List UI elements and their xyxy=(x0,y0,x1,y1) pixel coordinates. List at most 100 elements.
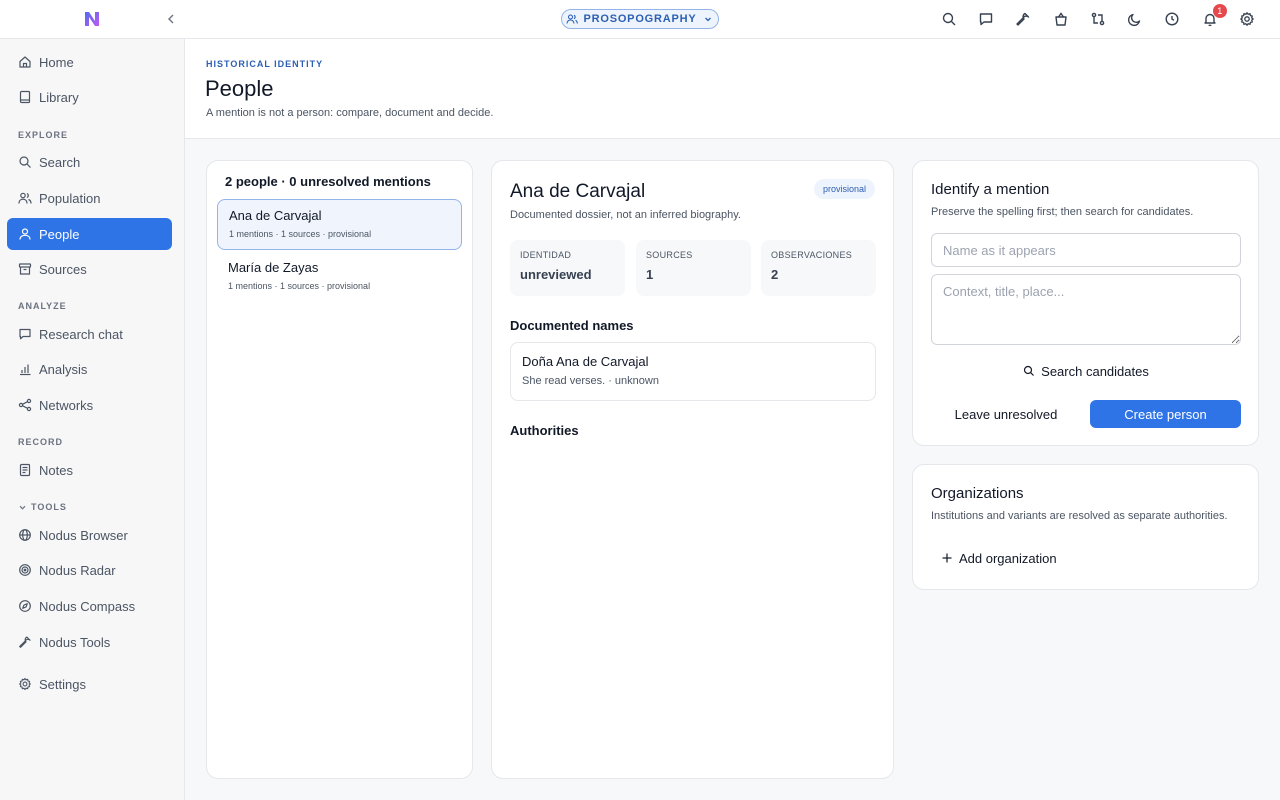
documented-name-card[interactable]: Doña Ana de Carvajal She read verses. · … xyxy=(510,342,876,401)
sidebar-item-label: Home xyxy=(39,54,74,70)
sidebar-item-label: Search xyxy=(39,154,81,170)
sidebar-item-label: Research chat xyxy=(39,326,123,342)
sidebar: Home Library EXPLORE Search Population P… xyxy=(0,39,185,800)
sidebar-item-library[interactable]: Library xyxy=(7,81,172,113)
sidebar-item-label: Nodus Browser xyxy=(39,527,128,543)
nodus-logo-icon[interactable] xyxy=(83,10,101,28)
sidebar-item-label: Population xyxy=(39,190,101,206)
nav-section-label: TOOLS xyxy=(31,502,67,512)
organizations-panel: Organizations Institutions and variants … xyxy=(912,464,1259,590)
gear-icon[interactable] xyxy=(1238,10,1256,28)
chevron-down-icon xyxy=(702,13,714,25)
compass-icon xyxy=(18,599,39,613)
collapse-sidebar-icon[interactable] xyxy=(163,11,179,27)
sidebar-item-nodus-browser[interactable]: Nodus Browser xyxy=(7,519,172,551)
nav-section-record: RECORD xyxy=(18,437,64,447)
person-meta: 1 mentions · 1 sources · provisional xyxy=(228,281,371,291)
stat-label: IDENTIDAD xyxy=(520,250,572,260)
bag-icon[interactable] xyxy=(1052,10,1070,28)
person-name: Ana de Carvajal xyxy=(229,208,322,223)
page-title: People xyxy=(205,76,274,101)
stat-value: 2 xyxy=(771,267,779,282)
gear-icon xyxy=(18,677,39,691)
mention-context-input[interactable] xyxy=(931,274,1241,345)
sidebar-item-label: Sources xyxy=(39,261,87,277)
chat-icon xyxy=(18,327,39,341)
sidebar-item-search[interactable]: Search xyxy=(7,146,172,178)
search-icon[interactable] xyxy=(940,10,958,28)
home-icon xyxy=(18,55,39,69)
sidebar-item-nodus-compass[interactable]: Nodus Compass xyxy=(7,590,172,622)
sidebar-item-nodus-tools[interactable]: Nodus Tools xyxy=(7,626,172,658)
stat-value: unreviewed xyxy=(520,267,592,282)
archive-icon xyxy=(18,262,39,276)
wrench-icon[interactable] xyxy=(1014,10,1032,28)
sidebar-item-population[interactable]: Population xyxy=(7,182,172,214)
create-person-button[interactable]: Create person xyxy=(1090,400,1241,428)
stat-label: OBSERVACIONES xyxy=(771,250,853,260)
bell-icon[interactable]: 1 xyxy=(1201,4,1227,28)
people-list-panel: 2 people · 0 unresolved mentions Ana de … xyxy=(206,160,473,779)
sidebar-item-label: Nodus Radar xyxy=(39,562,116,578)
people-list-heading: 2 people · 0 unresolved mentions xyxy=(225,174,431,189)
sidebar-item-notes[interactable]: Notes xyxy=(7,454,172,486)
add-organization-button[interactable]: Add organization xyxy=(941,549,1057,567)
documented-name: Doña Ana de Carvajal xyxy=(522,354,649,369)
sidebar-item-research-chat[interactable]: Research chat xyxy=(7,318,172,350)
globe-icon xyxy=(18,528,39,542)
sidebar-item-sources[interactable]: Sources xyxy=(7,253,172,285)
person-detail-title: Ana de Carvajal xyxy=(510,181,646,202)
git-compare-icon[interactable] xyxy=(1089,10,1107,28)
leave-unresolved-button[interactable]: Leave unresolved xyxy=(931,400,1081,428)
moon-icon[interactable] xyxy=(1126,10,1144,28)
identify-title: Identify a mention xyxy=(931,181,1050,198)
stat-sources: SOURCES 1 xyxy=(636,240,751,296)
users-icon xyxy=(18,191,39,205)
sidebar-item-label: Notes xyxy=(39,462,73,478)
notification-badge: 1 xyxy=(1212,4,1227,18)
page-eyebrow: HISTORICAL IDENTITY xyxy=(206,59,324,69)
users-icon xyxy=(566,13,579,25)
share-icon xyxy=(18,398,39,412)
sidebar-item-label: Settings xyxy=(39,676,86,692)
nav-section-tools[interactable]: TOOLS xyxy=(18,502,67,512)
page-subtitle: A mention is not a person: compare, docu… xyxy=(206,107,494,119)
documented-name-note: She read verses. · unknown xyxy=(522,375,659,387)
nav-section-analyze: ANALYZE xyxy=(18,301,67,311)
wrench-icon xyxy=(18,635,39,649)
sidebar-item-networks[interactable]: Networks xyxy=(7,389,172,421)
sidebar-item-settings[interactable]: Settings xyxy=(7,668,172,700)
stat-label: SOURCES xyxy=(646,250,693,260)
plus-icon xyxy=(941,552,953,564)
notes-icon xyxy=(18,463,39,477)
sidebar-item-label: Analysis xyxy=(39,361,88,377)
search-icon xyxy=(1023,365,1035,377)
documented-names-heading: Documented names xyxy=(510,318,634,333)
sidebar-item-label: Nodus Compass xyxy=(39,598,136,614)
person-detail-panel: Ana de Carvajal Documented dossier, not … xyxy=(491,160,894,779)
stat-observations: OBSERVACIONES 2 xyxy=(761,240,876,296)
mention-name-input[interactable] xyxy=(931,233,1241,267)
search-icon xyxy=(18,155,39,169)
clock-icon[interactable] xyxy=(1163,10,1181,28)
context-switcher-label: PROSOPOGRAPHY xyxy=(583,13,697,25)
person-name: María de Zayas xyxy=(228,260,319,275)
radar-icon xyxy=(18,563,39,577)
organizations-title: Organizations xyxy=(931,485,1024,502)
sidebar-item-nodus-radar[interactable]: Nodus Radar xyxy=(7,554,172,586)
organizations-subtitle: Institutions and variants are resolved a… xyxy=(931,510,1228,522)
context-switcher[interactable]: PROSOPOGRAPHY xyxy=(561,9,719,29)
page-header: HISTORICAL IDENTITY People A mention is … xyxy=(185,39,1280,139)
sidebar-item-analysis[interactable]: Analysis xyxy=(7,353,172,385)
sidebar-item-label: People xyxy=(39,226,80,242)
chat-icon[interactable] xyxy=(977,10,995,28)
sidebar-item-home[interactable]: Home xyxy=(7,46,172,78)
top-bar: PROSOPOGRAPHY 1 xyxy=(0,0,1280,39)
list-item[interactable]: Ana de Carvajal 1 mentions · 1 sources ·… xyxy=(217,199,462,250)
search-candidates-button[interactable]: Search candidates xyxy=(931,359,1241,383)
sidebar-item-label: Nodus Tools xyxy=(39,634,111,650)
list-item[interactable]: María de Zayas 1 mentions · 1 sources · … xyxy=(217,252,462,303)
identify-subtitle: Preserve the spelling first; then search… xyxy=(931,206,1194,218)
nav-section-explore: EXPLORE xyxy=(18,130,69,140)
sidebar-item-people[interactable]: People xyxy=(7,218,172,250)
